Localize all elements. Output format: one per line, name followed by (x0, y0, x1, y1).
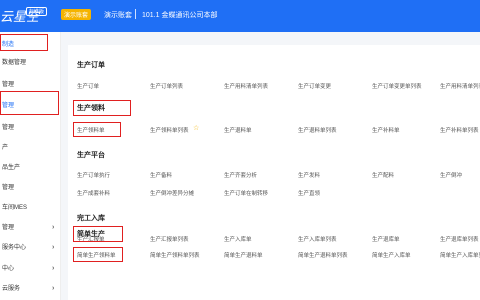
sidebar-item-label: 车间MES (2, 205, 28, 211)
menu-link[interactable]: 简单生产领料单 (77, 251, 116, 259)
section-title-production-order: 生产订单 (77, 62, 105, 69)
menu-link[interactable]: 简单生产入库单列表 (440, 251, 480, 259)
menu-link[interactable]: 生产倒冲差异分摊 (150, 189, 194, 197)
menu-link[interactable]: 生产齐套分析 (224, 171, 257, 179)
sidebar-item-9[interactable]: 管理 › (0, 218, 60, 238)
sidebar-item-6[interactable]: 品生产 (0, 158, 60, 178)
menu-link[interactable]: 生产入库单列表 (298, 235, 337, 243)
edition-badge: 标准版 (26, 7, 48, 16)
section-title-production-platform: 生产平台 (77, 152, 105, 159)
menu-link[interactable]: 生产汇报单列表 (150, 235, 189, 243)
menu-link[interactable]: 生产退料单 (224, 126, 252, 134)
sidebar-item-service-center[interactable]: 服务中心 › (0, 238, 60, 258)
sidebar-item-label: 数据管理 (2, 60, 27, 66)
menu-link[interactable]: 简单生产退料单列表 (298, 251, 348, 259)
menu-link[interactable]: 简单生产领料单列表 (150, 251, 200, 259)
chevron-right-icon: › (52, 244, 55, 251)
top-bar: 云星空 标准版 演示账套 演示账套 101.1 金蝶通讯公司本部 (0, 0, 480, 32)
menu-link[interactable]: 生产订单变更 (298, 82, 331, 90)
chevron-right-icon: › (52, 224, 55, 231)
menu-link[interactable]: 生产备料 (150, 171, 172, 179)
menu-link[interactable]: 生产用料清单列表 (440, 82, 480, 90)
sidebar-item-mes[interactable]: 车间MES (0, 198, 60, 218)
organization-selector[interactable]: 101.1 金蝶通讯公司本部 (142, 10, 217, 20)
menu-link[interactable]: 生产订单在制转移 (224, 189, 268, 197)
menu-link[interactable]: 生产发料 (298, 171, 320, 179)
menu-link[interactable]: 生产订单 (77, 82, 99, 90)
sidebar-item-data[interactable]: 数据管理 (0, 53, 60, 73)
menu-link[interactable]: 生产补料单 (372, 126, 400, 134)
menu-link[interactable]: 简单生产退料单 (224, 251, 263, 259)
menu-link[interactable]: 生产入库单 (224, 235, 252, 243)
sidebar-item-5[interactable]: 产 (0, 138, 60, 158)
chevron-right-icon: › (52, 265, 55, 272)
menu-link[interactable]: 生产订单执行 (77, 171, 110, 179)
sidebar-item-7[interactable]: 管理 (0, 178, 60, 198)
favorite-star-icon[interactable]: ☆ (193, 124, 199, 132)
menu-link[interactable]: 生产退料单列表 (298, 126, 337, 134)
menu-link[interactable]: 生产订单变更单列表 (372, 82, 422, 90)
menu-link[interactable]: 生产用料清单列表 (224, 82, 268, 90)
menu-link[interactable]: 生产配料 (372, 171, 394, 179)
sidebar-item-label: 管理 (2, 125, 15, 131)
chevron-right-icon: › (52, 285, 55, 292)
menu-link[interactable]: 生产成套补料 (77, 189, 110, 197)
sidebar-item-label: 管理 (2, 185, 15, 191)
sidebar-item-label: 中心 (2, 266, 15, 272)
sidebar: 制造 数据管理 管理 管理 管理 产 品生产 管理 车间MES 管理 › 服务中心… (0, 32, 61, 300)
section-title-completion-storage: 完工入库 (77, 215, 105, 222)
menu-link[interactable]: 生产订单列表 (150, 82, 183, 90)
section-title-simple-production: 简单生产 (77, 231, 105, 238)
account-name[interactable]: 演示账套 (104, 10, 132, 20)
section-title-production-picking: 生产领料 (77, 105, 105, 112)
highlight-box (0, 91, 59, 115)
highlight-box (0, 34, 48, 51)
divider (135, 9, 136, 19)
menu-link[interactable]: 生产领料单 (77, 126, 105, 134)
sidebar-item-center[interactable]: 中心 › (0, 259, 60, 279)
menu-link[interactable]: 生产补料单列表 (440, 126, 479, 134)
menu-link[interactable]: 生产退库单 (372, 235, 400, 243)
environment-badge[interactable]: 演示账套 (61, 9, 92, 20)
menu-link[interactable]: 简单生产入库单 (372, 251, 411, 259)
sidebar-item-label: 服务中心 (2, 245, 27, 251)
sidebar-item-label: 云服务 (2, 286, 21, 292)
sidebar-item-label: 品生产 (2, 165, 21, 171)
sidebar-item-4[interactable]: 管理 (0, 118, 60, 138)
menu-link[interactable]: 生产倒冲 (440, 171, 462, 179)
sidebar-item-label: 产 (2, 145, 9, 151)
sidebar-item-label: 管理 (2, 225, 15, 231)
menu-link[interactable]: 生产退库单列表 (440, 235, 479, 243)
menu-link[interactable]: 生产直领 (298, 189, 320, 197)
sidebar-item-cloud-service[interactable]: 云服务 › (0, 279, 60, 299)
menu-link[interactable]: 生产领料单列表 (150, 126, 189, 134)
